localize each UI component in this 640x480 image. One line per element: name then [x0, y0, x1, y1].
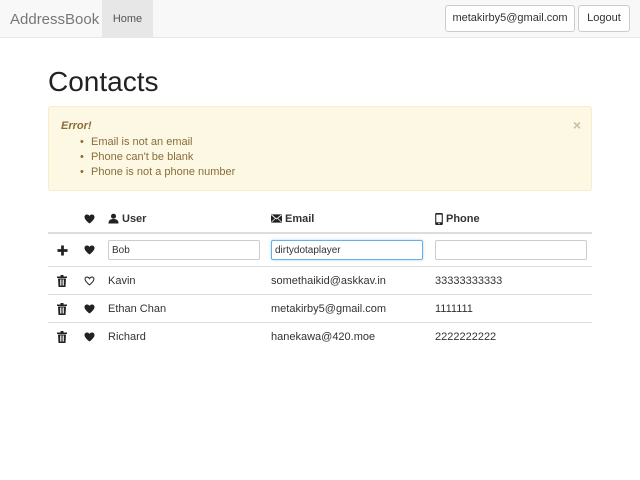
heart-icon[interactable]: [84, 303, 95, 314]
table-row: Richard hanekawa@420.moe 2222222222: [48, 322, 592, 350]
new-user-cell: [108, 234, 261, 266]
logout-button[interactable]: Logout: [578, 5, 630, 32]
plus-icon[interactable]: [56, 244, 68, 256]
favorite-toggle[interactable]: [76, 295, 102, 322]
favorite-toggle[interactable]: [76, 267, 102, 294]
trash-icon[interactable]: [57, 330, 67, 343]
heart-icon[interactable]: [84, 331, 95, 342]
favorite-toggle[interactable]: [76, 323, 102, 350]
phone-cell: 2222222222: [435, 323, 588, 350]
new-phone-cell: [435, 234, 588, 266]
heart-icon[interactable]: [84, 245, 95, 255]
new-contact-row: [48, 234, 592, 266]
table-row: Kavin somethaikid@askkav.in 33333333333: [48, 266, 592, 294]
new-email-input[interactable]: [271, 240, 423, 260]
envelope-icon: [271, 214, 282, 223]
user-name: Richard: [108, 330, 146, 343]
table-row: Ethan Chan metakirby5@gmail.com 1111111: [48, 294, 592, 322]
heart-outline-icon[interactable]: [84, 275, 95, 286]
add-contact-button[interactable]: [48, 234, 76, 266]
error-alert: Error! Email is not an email Phone can't…: [48, 106, 592, 191]
user-header-label: User: [122, 212, 147, 225]
navbar: AddressBook Home metakirby5@gmail.com Lo…: [0, 0, 640, 38]
alert-message: Phone is not a phone number: [61, 165, 235, 180]
trash-icon[interactable]: [57, 302, 67, 315]
user-cell: Richard: [108, 323, 261, 350]
delete-contact-button[interactable]: [48, 323, 76, 350]
delete-contact-button[interactable]: [48, 267, 76, 294]
page-title: Contacts: [48, 66, 159, 97]
nav-home-tab[interactable]: Home: [102, 0, 153, 38]
user-column-header: User: [108, 205, 261, 232]
email-cell: hanekawa@420.moe: [271, 323, 424, 350]
user-cell: Ethan Chan: [108, 295, 261, 322]
user-phone: 1111111: [435, 302, 473, 315]
email-cell: metakirby5@gmail.com: [271, 295, 424, 322]
user-name: Ethan Chan: [108, 302, 167, 315]
trash-icon[interactable]: [57, 274, 67, 287]
phone-column-header: Phone: [435, 205, 588, 232]
close-icon[interactable]: ×: [573, 117, 581, 133]
email-column-header: Email: [271, 205, 424, 232]
user-email: somethaikid@askkav.in: [271, 274, 386, 287]
user-email: hanekawa@420.moe: [271, 330, 376, 343]
email-cell: somethaikid@askkav.in: [271, 267, 424, 294]
new-favorite-toggle[interactable]: [76, 234, 102, 266]
user-icon: [108, 213, 119, 224]
phone-cell: 33333333333: [435, 267, 588, 294]
user-email: metakirby5@gmail.com: [271, 302, 387, 315]
email-header-label: Email: [285, 212, 315, 225]
user-phone: 33333333333: [435, 274, 503, 287]
delete-contact-button[interactable]: [48, 295, 76, 322]
heart-icon: [84, 213, 95, 224]
phone-header-label: Phone: [446, 212, 480, 225]
alert-message-list: Email is not an email Phone can't be bla…: [61, 135, 235, 180]
phone-icon: [435, 212, 443, 225]
new-phone-input[interactable]: [435, 240, 587, 260]
brand-link[interactable]: AddressBook: [10, 11, 99, 28]
new-email-cell: [271, 234, 424, 266]
table-header-row: User Email Phone: [48, 205, 592, 234]
user-email-button[interactable]: metakirby5@gmail.com: [445, 5, 575, 32]
user-phone: 2222222222: [435, 330, 497, 343]
alert-message: Phone can't be blank: [61, 150, 235, 165]
alert-message: Email is not an email: [61, 135, 235, 150]
phone-cell: 1111111: [435, 295, 588, 322]
alert-title: Error!: [61, 120, 92, 132]
user-name: Kavin: [108, 274, 136, 287]
user-cell: Kavin: [108, 267, 261, 294]
new-user-input[interactable]: [108, 240, 260, 260]
favorite-column-header: [76, 205, 102, 232]
